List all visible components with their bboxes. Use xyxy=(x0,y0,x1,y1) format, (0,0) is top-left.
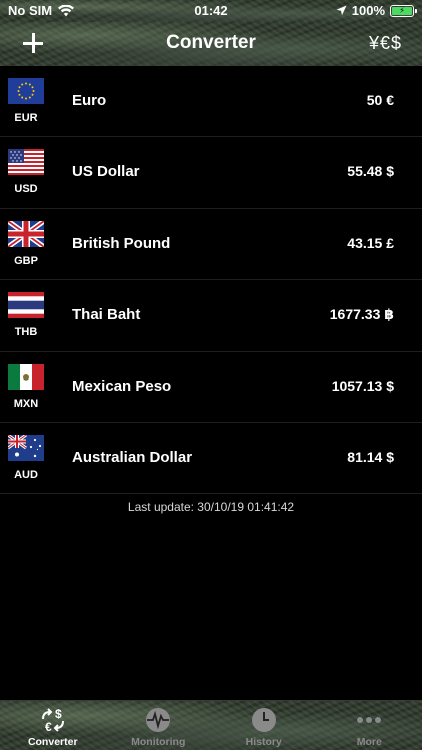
tab-label: History xyxy=(245,736,282,748)
battery-charging-icon: ⚡ xyxy=(392,6,412,15)
currency-code: EUR xyxy=(14,112,38,124)
currency-amount[interactable]: 55.48 $ xyxy=(347,163,394,179)
more-dots-icon xyxy=(357,717,382,723)
currency-name: Thai Baht xyxy=(72,306,141,324)
thai-flag-icon xyxy=(8,292,44,319)
tab-label: More xyxy=(356,736,382,748)
last-update-label: Last update: 30/10/19 01:41:42 xyxy=(127,500,295,514)
currency-amount[interactable]: 50 € xyxy=(367,92,394,108)
currency-row-aud[interactable]: AUD Australian Dollar 81.14 $ xyxy=(0,423,422,495)
currency-name: Euro xyxy=(72,92,107,109)
currency-code: GBP xyxy=(14,254,38,267)
currency-selector-button[interactable]: ¥€$ xyxy=(369,33,402,54)
currency-amount[interactable]: 81.14 $ xyxy=(347,449,394,465)
mexico-flag-icon xyxy=(8,363,44,390)
currency-row-gbp[interactable]: GBP British Pound 43.15 £ xyxy=(0,209,422,281)
tab-label: Converter xyxy=(27,736,78,748)
status-right: 100% ⚡ xyxy=(336,3,417,18)
uk-flag-icon xyxy=(8,220,44,247)
svg-text:$: $ xyxy=(55,707,62,721)
currency-name: Australian Dollar xyxy=(72,448,193,466)
currency-code: THB xyxy=(14,326,38,339)
currency-row-thb[interactable]: THB Thai Baht 1677.33 ฿ xyxy=(0,280,422,352)
australia-flag-icon xyxy=(8,434,44,461)
pulse-icon xyxy=(146,708,171,732)
currency-row-eur[interactable]: EUR Euro 50 € xyxy=(0,66,422,138)
page-title: Converter xyxy=(166,32,256,53)
currency-name: British Pound xyxy=(72,234,171,252)
status-bar: No SIM 01:42 100% ⚡ xyxy=(0,0,422,22)
clock-icon xyxy=(251,708,276,732)
add-currency-button[interactable] xyxy=(18,28,48,58)
tab-history[interactable]: History xyxy=(211,701,317,750)
currency-amount[interactable]: 1057.13 $ xyxy=(332,378,394,394)
currency-code: MXN xyxy=(13,397,39,410)
nav-bar: Converter ¥€$ xyxy=(0,22,422,66)
currency-row-mxn[interactable]: MXN Mexican Peso 1057.13 $ xyxy=(0,352,422,423)
currency-code: AUD xyxy=(14,468,38,481)
us-flag-icon xyxy=(8,149,44,176)
svg-text:€: € xyxy=(45,720,52,733)
tab-more[interactable]: More xyxy=(317,701,422,750)
eu-flag-icon xyxy=(8,78,44,104)
location-arrow-icon xyxy=(336,5,347,16)
currency-list: EUR Euro 50 € USD US Dollar 55.48 $ GBP … xyxy=(0,66,422,495)
tab-label: Monitoring xyxy=(131,736,186,748)
tab-converter[interactable]: $ € Converter xyxy=(0,701,106,750)
currency-code: USD xyxy=(14,183,38,196)
battery-icon: ⚡ xyxy=(390,4,417,17)
currency-name: Mexican Peso xyxy=(72,377,172,395)
currency-row-usd[interactable]: USD US Dollar 55.48 $ xyxy=(0,137,422,209)
battery-percent: 100% xyxy=(351,3,385,18)
currency-name: US Dollar xyxy=(72,163,140,181)
tab-monitoring[interactable]: Monitoring xyxy=(106,701,212,750)
currency-amount[interactable]: 43.15 £ xyxy=(347,235,394,251)
converter-icon: $ € xyxy=(41,707,64,733)
currency-amount[interactable]: 1677.33 ฿ xyxy=(330,306,394,323)
tab-bar: $ € Converter Monitoring History More xyxy=(0,700,422,750)
